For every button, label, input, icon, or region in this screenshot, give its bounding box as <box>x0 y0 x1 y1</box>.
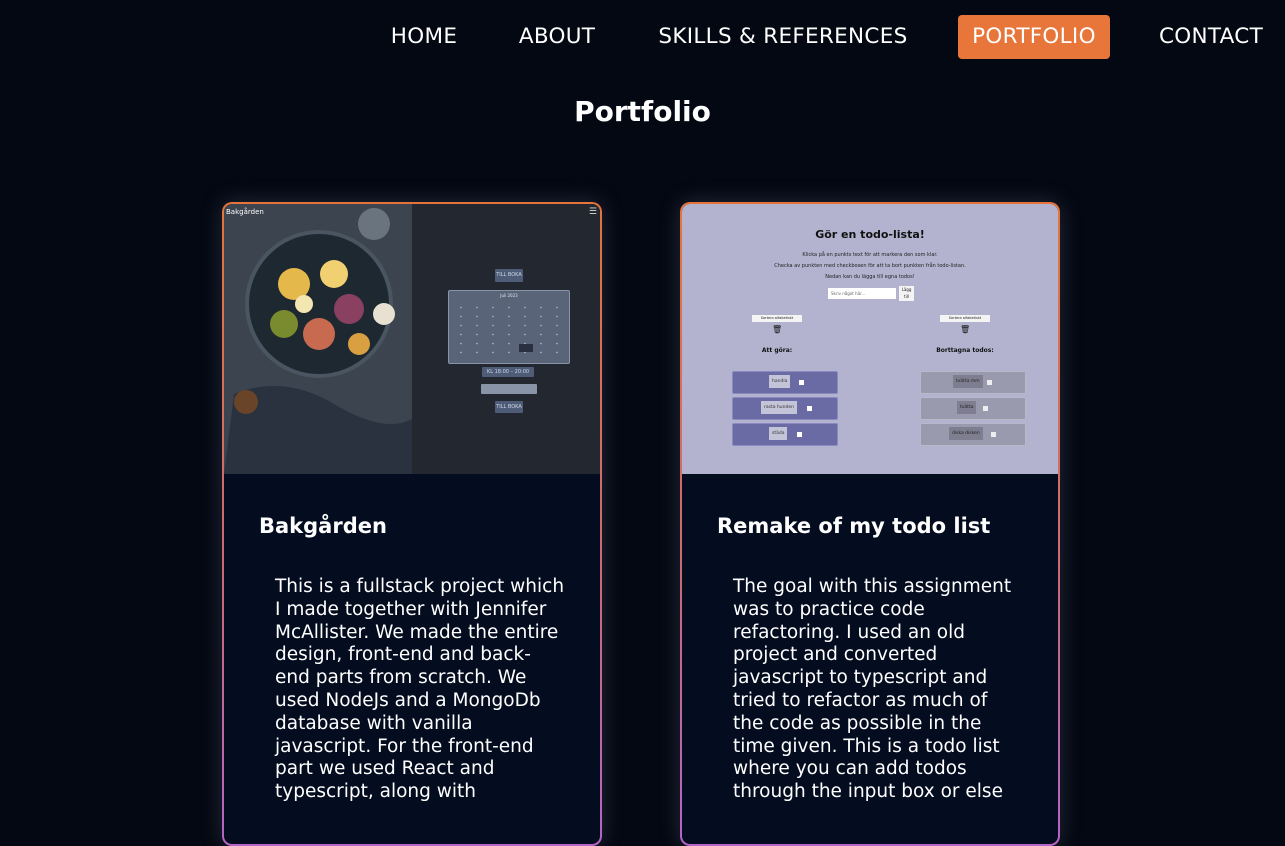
project-description: The goal with this assignment was to pra… <box>733 576 1012 803</box>
checkbox-icon <box>797 432 802 437</box>
project-screenshot-bakgarden[interactable]: Bakgården ☰ TILL BOKA Juli 2023 KL 18:00… <box>224 204 600 474</box>
todo-item: rasta hunden <box>732 397 838 420</box>
checkbox-checked-icon <box>987 380 992 385</box>
todo-item-label: handla <box>769 375 791 388</box>
booking-panel: ☰ TILL BOKA Juli 2023 KL 18:00 – 20:00 T… <box>412 204 600 474</box>
page-title: Portfolio <box>574 95 711 128</box>
todo-instruction: Checka av punkten med checkboxen för att… <box>774 263 966 269</box>
checkbox-icon <box>799 380 804 385</box>
done-item: tvätta mm <box>920 371 1026 394</box>
todo-item: handla <box>732 371 838 394</box>
time-slot-disabled <box>481 384 537 394</box>
calendar-selected-day <box>519 344 533 352</box>
checkbox-checked-icon <box>991 432 996 437</box>
calendar: Juli 2023 <box>448 290 570 364</box>
done-item-label: tvätta mm <box>953 375 983 388</box>
todo-item-label: städa <box>769 427 788 440</box>
time-slot-button: KL 18:00 – 20:00 <box>482 367 534 377</box>
sort-button: Sortera alfabetiskt <box>940 315 990 322</box>
project-description: This is a fullstack project which I made… <box>275 576 565 803</box>
trash-icon: 🗑 <box>960 325 971 334</box>
food-photo: Bakgården <box>224 204 412 474</box>
project-card-bakgarden[interactable]: Bakgården ☰ TILL BOKA Juli 2023 KL 18:00… <box>222 202 602 846</box>
book-button: TILL BOKA <box>495 269 523 282</box>
nav-about[interactable]: ABOUT <box>508 15 606 59</box>
done-item-label: diska disken <box>949 427 983 440</box>
nav-home[interactable]: HOME <box>378 15 470 59</box>
site-logo: Bakgården <box>226 208 264 216</box>
checkbox-icon <box>807 406 812 411</box>
trash-icon: 🗑 <box>772 325 783 334</box>
project-title: Bakgården <box>259 514 387 538</box>
todo-list-heading: Att göra: <box>761 347 793 354</box>
done-item: tvätta <box>920 397 1026 420</box>
nav-skills-references[interactable]: SKILLS & REFERENCES <box>646 15 920 59</box>
todo-item: städa <box>732 423 838 446</box>
calendar-grid <box>453 303 565 359</box>
todo-input: Skriv något här... <box>828 288 896 299</box>
done-item-label: tvätta <box>957 401 977 414</box>
project-title: Remake of my todo list <box>717 514 991 538</box>
sort-button: Sortera alfabetiskt <box>752 315 802 322</box>
project-card-todo[interactable]: Gör en todo-lista! Klicka på en punkts t… <box>680 202 1060 846</box>
done-list-heading: Borttagna todos: <box>936 347 994 354</box>
hamburger-icon: ☰ <box>588 207 597 217</box>
todo-item-label: rasta hunden <box>761 401 797 414</box>
todo-heading: Gör en todo-lista! <box>815 228 925 241</box>
done-item: diska disken <box>920 423 1026 446</box>
food-bowl-illustration <box>224 204 412 474</box>
main-nav: HOME ABOUT SKILLS & REFERENCES PORTFOLIO… <box>0 0 1285 75</box>
todo-instruction: Nedan kan du lägga till egna todos! <box>825 274 915 280</box>
todo-instruction: Klicka på en punkts text för att markera… <box>802 252 938 258</box>
todo-add-button: Lägg till <box>899 286 914 301</box>
nav-contact[interactable]: CONTACT <box>1148 15 1274 59</box>
checkbox-checked-icon <box>983 406 988 411</box>
project-screenshot-todo[interactable]: Gör en todo-lista! Klicka på en punkts t… <box>682 204 1058 474</box>
nav-portfolio[interactable]: PORTFOLIO <box>958 15 1110 59</box>
confirm-button: TILL BOKA <box>495 401 523 413</box>
calendar-header: Juli 2023 <box>500 293 518 298</box>
